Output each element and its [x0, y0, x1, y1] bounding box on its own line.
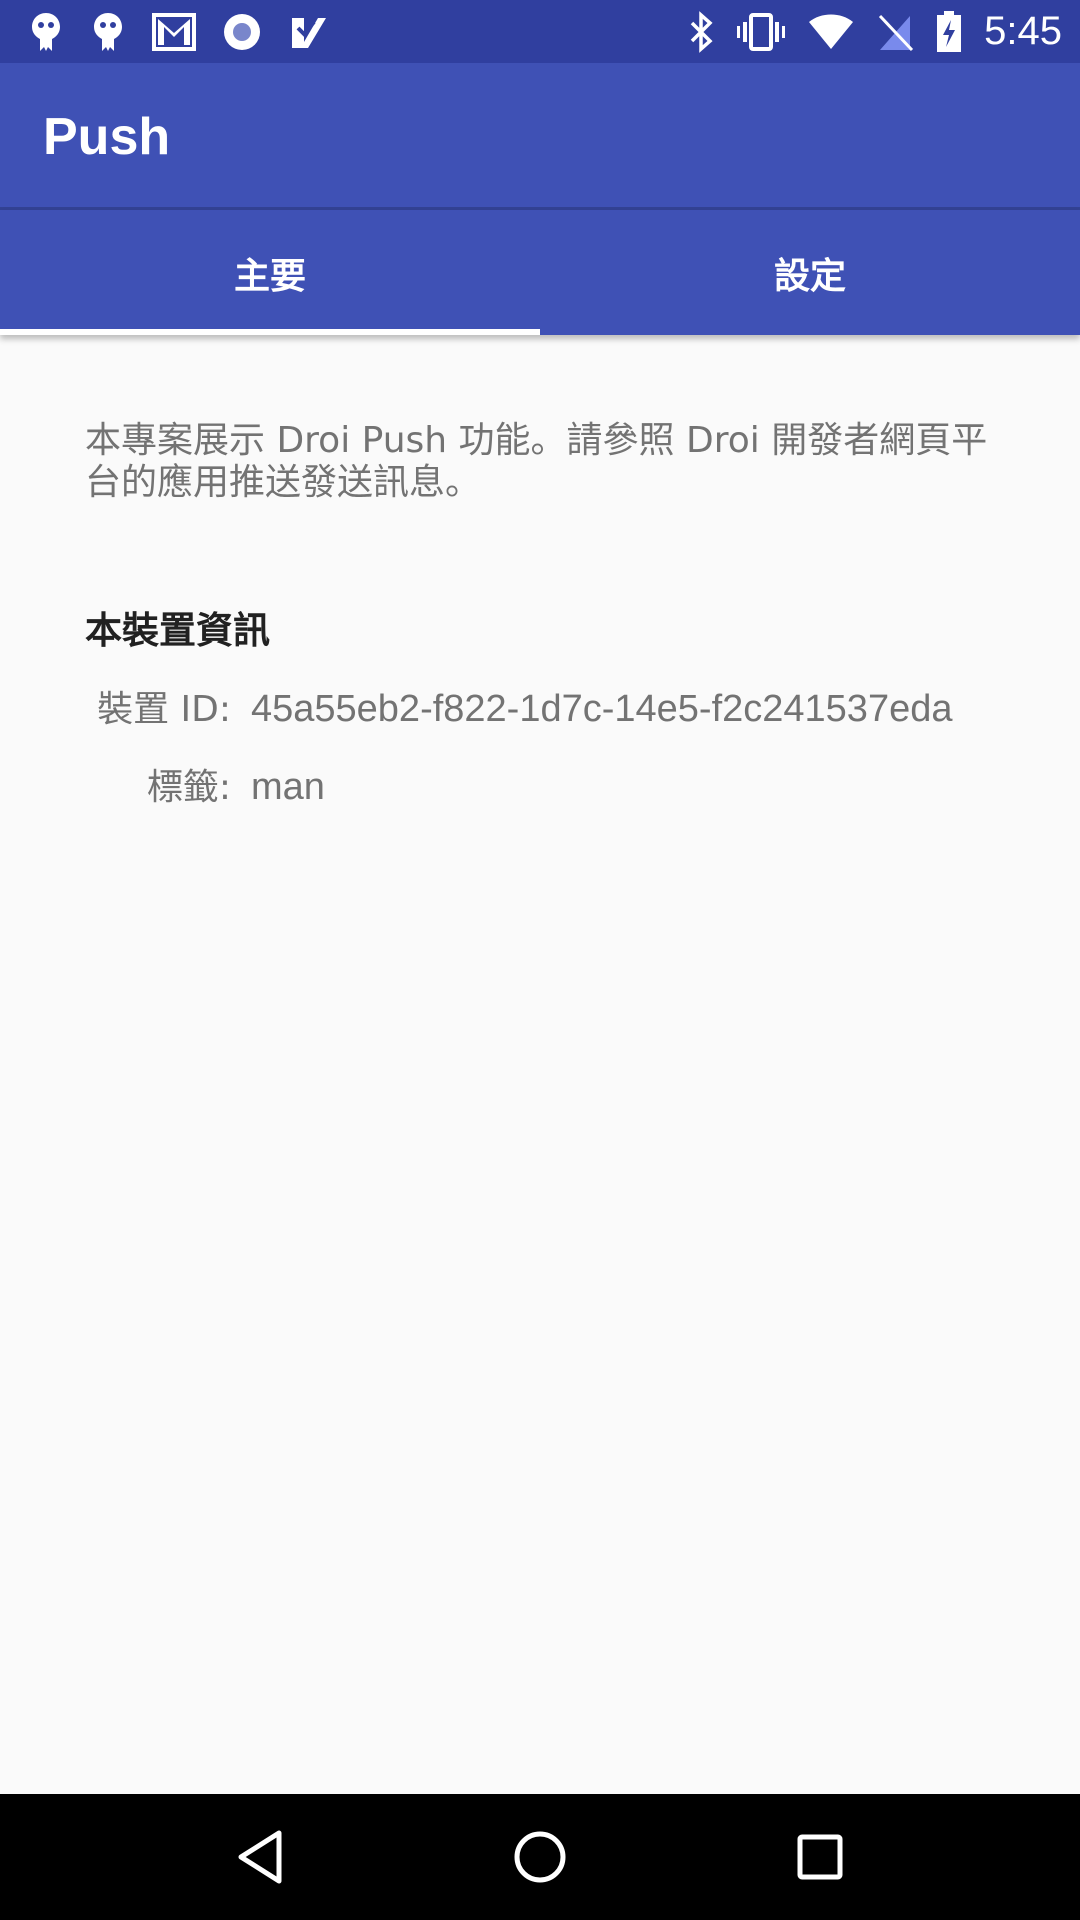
vibrate-icon — [736, 12, 786, 52]
status-system-icons: 5:45 — [666, 9, 1062, 54]
tab-settings-label: 設定 — [773, 255, 846, 297]
battery-charging-icon — [936, 10, 962, 53]
bluetooth-icon — [688, 10, 714, 53]
tab-indicator — [0, 329, 540, 335]
status-time: 5:45 — [984, 9, 1062, 53]
device-id-label: 裝置 ID: — [97, 689, 231, 730]
tab-main-label: 主要 — [233, 255, 306, 297]
status-notifications — [28, 11, 354, 53]
no-sim-icon — [876, 12, 914, 52]
tag-value: man — [251, 766, 325, 808]
device-id-value: 45a55eb2-f822-1d7c-14e5-f2c241537eda — [251, 688, 953, 730]
tag-row: 標籤: man — [85, 758, 995, 810]
device-info-title: 本裝置資訊 — [85, 609, 270, 652]
wifi-icon — [808, 13, 854, 51]
app-bar: Push — [0, 63, 1080, 210]
app-notification-icon — [90, 11, 126, 53]
app-title: Push — [43, 107, 171, 166]
tab-settings[interactable]: 設定 — [540, 210, 1080, 335]
device-id-row: 裝置 ID: 45a55eb2-f822-1d7c-14e5-f2c241537… — [85, 680, 995, 732]
back-icon[interactable] — [215, 1812, 305, 1902]
app-notification-icon — [28, 11, 64, 53]
gmail-icon — [152, 12, 196, 51]
tab-main[interactable]: 主要 — [0, 210, 540, 335]
main-content: 本專案展示 Droi Push 功能。請參照 Droi 開發者網頁平台的應用推送… — [85, 420, 995, 810]
navigation-bar — [0, 1794, 1080, 1920]
record-icon — [222, 12, 262, 52]
recents-icon[interactable] — [775, 1812, 865, 1902]
tab-bar: 主要 設定 — [0, 210, 1080, 335]
status-bar: 5:45 — [0, 0, 1080, 63]
home-icon[interactable] — [495, 1812, 585, 1902]
intro-text: 本專案展示 Droi Push 功能。請參照 Droi 開發者網頁平台的應用推送… — [85, 420, 988, 503]
task-check-icon — [288, 14, 328, 50]
tag-label: 標籤: — [146, 767, 231, 808]
